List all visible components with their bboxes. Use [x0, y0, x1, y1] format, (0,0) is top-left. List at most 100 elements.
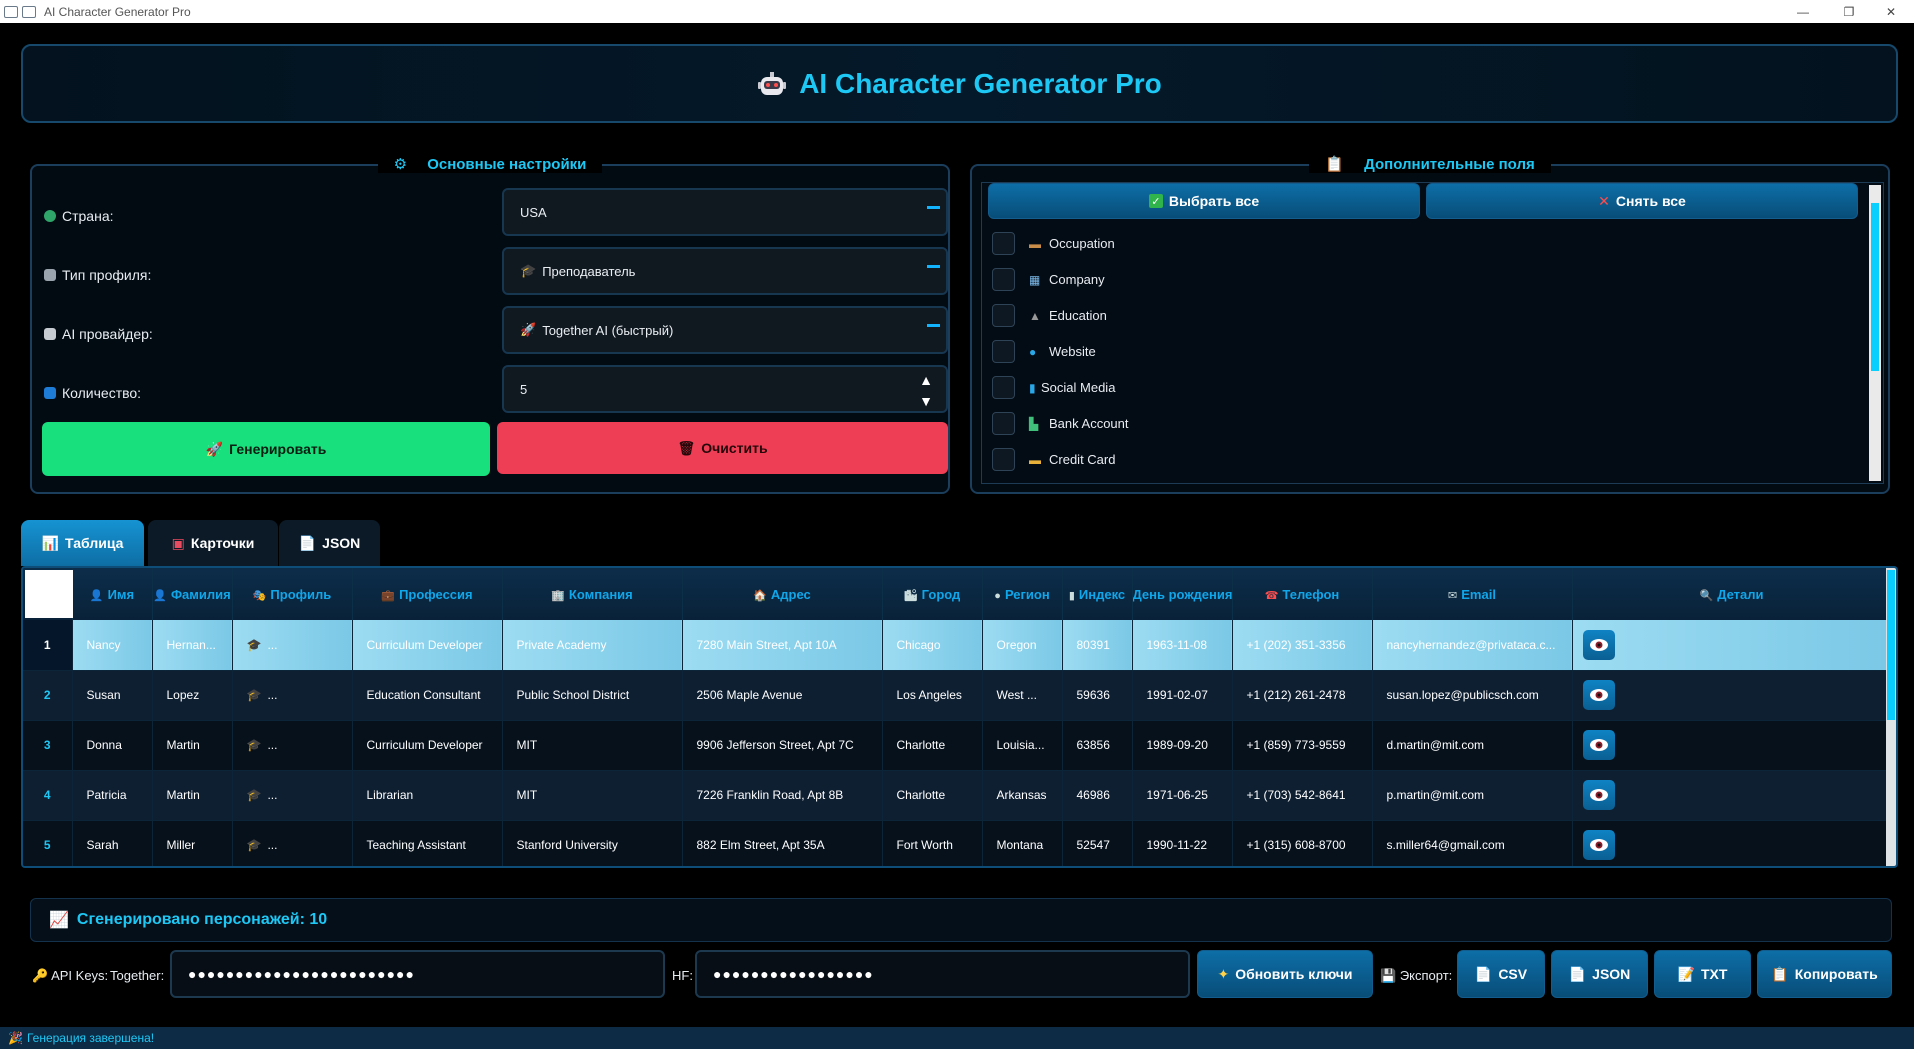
checkbox[interactable]: [992, 340, 1015, 363]
minimize-button[interactable]: —: [1780, 0, 1826, 23]
column-header-zip[interactable]: ▮ Индекс: [1062, 568, 1133, 620]
extra-field-credit-card[interactable]: ▬ Credit Card: [992, 447, 1115, 472]
table-cell[interactable]: MIT: [502, 720, 683, 771]
table-cell[interactable]: p.martin@mit.com: [1372, 770, 1573, 821]
update-keys-button[interactable]: ✦ Обновить ключи: [1197, 950, 1373, 998]
table-cell[interactable]: 59636: [1062, 670, 1133, 721]
column-header-city[interactable]: 🏙 Город: [882, 568, 983, 620]
column-header-last-name[interactable]: 👤 Фамилия: [152, 568, 233, 620]
row-number[interactable]: 3: [23, 720, 73, 771]
table-cell[interactable]: Montana: [982, 820, 1063, 866]
row-number[interactable]: 5: [23, 820, 73, 866]
table-cell[interactable]: Nancy: [72, 620, 153, 671]
table-cell[interactable]: Stanford University: [502, 820, 683, 866]
column-header-company[interactable]: 🏢 Компания: [502, 568, 683, 620]
extra-field-occupation[interactable]: ▬ Occupation: [992, 231, 1115, 256]
checkbox[interactable]: [992, 268, 1015, 291]
row-number[interactable]: 4: [23, 770, 73, 821]
checkbox[interactable]: [992, 376, 1015, 399]
column-header-details[interactable]: 🔍 Детали: [1572, 568, 1892, 620]
table-cell[interactable]: Education Consultant: [352, 670, 503, 721]
extra-field-education[interactable]: ▲ Education: [992, 303, 1107, 328]
column-header-profession[interactable]: 💼 Профессия: [352, 568, 503, 620]
spin-down-icon[interactable]: ▼: [908, 390, 944, 411]
count-spinbox[interactable]: 5 ▲ ▼: [502, 365, 948, 413]
column-header-address[interactable]: 🏠 Адрес: [682, 568, 883, 620]
table-row[interactable]: 4 Patricia Martin 🎓... Librarian MIT 7226 Fran…: [23, 770, 1892, 821]
ai-provider-select[interactable]: 🚀 Together AI (быстрый): [502, 306, 948, 354]
table-cell[interactable]: Oregon: [982, 620, 1063, 671]
table-cell[interactable]: Miller: [152, 820, 233, 866]
table-cell[interactable]: Louisia...: [982, 720, 1063, 771]
table-cell[interactable]: MIT: [502, 770, 683, 821]
view-details-button[interactable]: [1582, 629, 1615, 660]
table-cell[interactable]: 7280 Main Street, Apt 10A: [682, 620, 883, 671]
table-cell[interactable]: +1 (202) 351-3356: [1232, 620, 1373, 671]
select-all-button[interactable]: ✓ Выбрать все: [988, 183, 1420, 219]
table-cell[interactable]: Public School District: [502, 670, 683, 721]
together-key-input[interactable]: ●●●●●●●●●●●●●●●●●●●●●●●●: [170, 950, 665, 998]
table-cell[interactable]: 🎓...: [232, 670, 353, 721]
table-cell[interactable]: Curriculum Developer: [352, 620, 503, 671]
table-cell[interactable]: s.miller64@gmail.com: [1372, 820, 1573, 866]
table-cell[interactable]: 🎓...: [232, 820, 353, 866]
table-cell[interactable]: susan.lopez@publicsch.com: [1372, 670, 1573, 721]
table-cell[interactable]: Fort Worth: [882, 820, 983, 866]
row-number[interactable]: 1: [23, 620, 73, 671]
checkbox[interactable]: [992, 232, 1015, 255]
table-cell[interactable]: 2506 Maple Avenue: [682, 670, 883, 721]
table-cell[interactable]: Hernan...: [152, 620, 233, 671]
table-cell[interactable]: Martin: [152, 720, 233, 771]
copy-button[interactable]: 📋 Копировать: [1757, 950, 1892, 998]
table-cell[interactable]: 1990-11-22: [1132, 820, 1233, 866]
table-cell[interactable]: Charlotte: [882, 720, 983, 771]
table-cell[interactable]: +1 (212) 261-2478: [1232, 670, 1373, 721]
export-json-button[interactable]: 📄 JSON: [1551, 950, 1648, 998]
extra-field-social-media[interactable]: ▮ Social Media: [992, 375, 1115, 400]
table-scrollbar[interactable]: [1886, 568, 1896, 866]
table-cell[interactable]: Los Angeles: [882, 670, 983, 721]
profile-type-select[interactable]: 🎓 Преподаватель: [502, 247, 948, 295]
generate-button[interactable]: 🚀 Генерировать: [42, 422, 490, 476]
table-cell[interactable]: 1971-06-25: [1132, 770, 1233, 821]
table-cell[interactable]: +1 (315) 608-8700: [1232, 820, 1373, 866]
table-cell[interactable]: 1989-09-20: [1132, 720, 1233, 771]
maximize-button[interactable]: ❐: [1826, 0, 1872, 23]
view-details-button[interactable]: [1582, 780, 1615, 810]
view-details-button[interactable]: [1582, 730, 1615, 760]
extra-field-bank-account[interactable]: ▙ Bank Account: [992, 411, 1129, 436]
checkbox[interactable]: [992, 448, 1015, 471]
spin-up-icon[interactable]: ▲: [908, 369, 944, 390]
table-cell[interactable]: Teaching Assistant: [352, 820, 503, 866]
table-cell[interactable]: Lopez: [152, 670, 233, 721]
checkbox[interactable]: [992, 304, 1015, 327]
table-cell[interactable]: 7226 Franklin Road, Apt 8B: [682, 770, 883, 821]
table-cell[interactable]: 🎓...: [232, 770, 353, 821]
scrollbar-thumb[interactable]: [1871, 203, 1879, 371]
table-cell[interactable]: Sarah: [72, 820, 153, 866]
table-row[interactable]: 1 Nancy Hernan... 🎓... Curriculum Developer P…: [23, 620, 1892, 671]
table-cell[interactable]: Martin: [152, 770, 233, 821]
table-cell[interactable]: 9906 Jefferson Street, Apt 7C: [682, 720, 883, 771]
extra-field-website[interactable]: ● Website: [992, 339, 1096, 364]
tab-cards[interactable]: ▣ Карточки: [148, 520, 278, 566]
table-cell[interactable]: 1963-11-08: [1132, 620, 1233, 671]
table-cell[interactable]: nancyhernandez@privataca.c...: [1372, 620, 1573, 671]
table-cell[interactable]: 46986: [1062, 770, 1133, 821]
table-cell[interactable]: 1991-02-07: [1132, 670, 1233, 721]
tab-table[interactable]: 📊 Таблица: [21, 520, 144, 566]
country-select[interactable]: USA: [502, 188, 948, 236]
view-details-button[interactable]: [1582, 680, 1615, 710]
table-cell[interactable]: Chicago: [882, 620, 983, 671]
extra-field-company[interactable]: ▦ Company: [992, 267, 1105, 292]
column-header-birthday[interactable]: День рождения: [1132, 568, 1233, 620]
table-cell[interactable]: Charlotte: [882, 770, 983, 821]
table-cell[interactable]: 80391: [1062, 620, 1133, 671]
table-cell[interactable]: 🎓...: [232, 720, 353, 771]
table-cell[interactable]: +1 (859) 773-9559: [1232, 720, 1373, 771]
checkbox[interactable]: [992, 412, 1015, 435]
table-row[interactable]: 5 Sarah Miller 🎓... Teaching Assistant Stanfo…: [23, 820, 1892, 866]
table-cell[interactable]: West ...: [982, 670, 1063, 721]
table-cell[interactable]: Curriculum Developer: [352, 720, 503, 771]
table-cell[interactable]: Librarian: [352, 770, 503, 821]
